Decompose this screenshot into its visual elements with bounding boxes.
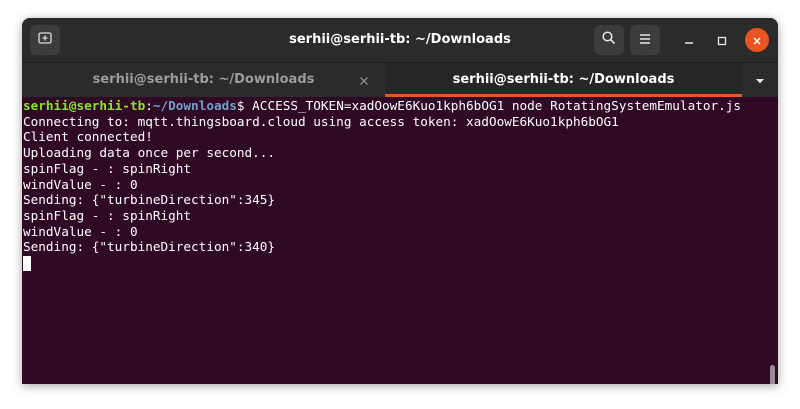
window-title: serhii@serhii-tb: ~/Downloads bbox=[289, 32, 511, 47]
output-line: Uploading data once per second... bbox=[23, 145, 276, 161]
text-cursor bbox=[23, 256, 31, 272]
output-line: windValue - : 0 bbox=[23, 223, 138, 239]
minimize-button[interactable] bbox=[677, 28, 701, 52]
prompt-path: ~/Downloads bbox=[152, 98, 237, 113]
minimize-icon bbox=[684, 31, 694, 50]
terminal-output[interactable]: serhii@serhii-tb:~/Downloads$ ACCESS_TOK… bbox=[22, 97, 778, 384]
output-line: Sending: {"turbineDirection":340} bbox=[23, 239, 276, 255]
terminal-window: serhii@serhii-tb: ~/Downloads serhii@ser… bbox=[22, 18, 778, 384]
output-line: spinFlag - : spinRight bbox=[23, 160, 192, 176]
prompt-symbol: $ bbox=[236, 98, 245, 113]
maximize-button[interactable] bbox=[710, 28, 734, 52]
output-line: Sending: {"turbineDirection":345} bbox=[23, 192, 276, 208]
close-button[interactable] bbox=[745, 28, 769, 52]
cursor-line bbox=[23, 255, 741, 272]
chevron-down-icon bbox=[752, 73, 768, 92]
tab-list-button[interactable] bbox=[752, 73, 768, 87]
prompt-separator: : bbox=[145, 98, 153, 113]
search-button[interactable] bbox=[594, 25, 624, 55]
tab-2[interactable]: serhii@serhii-tb: ~/Downloads bbox=[385, 63, 742, 97]
output-line: Connecting to: mqtt.thingsboard.cloud us… bbox=[23, 113, 619, 129]
terminal-text: serhii@serhii-tb:~/Downloads$ ACCESS_TOK… bbox=[23, 98, 741, 272]
close-icon bbox=[752, 31, 762, 50]
command-text: ACCESS_TOKEN=xadOowE6Kuo1kph6bOG1 node R… bbox=[244, 98, 742, 113]
output-line: Client connected! bbox=[23, 129, 153, 145]
title-bar[interactable]: serhii@serhii-tb: ~/Downloads bbox=[22, 18, 778, 62]
tab-label: serhii@serhii-tb: ~/Downloads bbox=[452, 72, 675, 87]
maximize-icon bbox=[717, 31, 727, 50]
hamburger-menu-icon bbox=[638, 31, 652, 50]
tab-close-icon[interactable] bbox=[359, 75, 369, 85]
output-line: windValue - : 0 bbox=[23, 176, 138, 192]
prompt-user-host: serhii@serhii-tb bbox=[23, 98, 146, 113]
prompt-line: serhii@serhii-tb:~/Downloads$ ACCESS_TOK… bbox=[23, 98, 741, 114]
scrollbar-thumb[interactable] bbox=[770, 365, 775, 384]
tab-bar: serhii@serhii-tb: ~/Downloads serhii@ser… bbox=[22, 62, 778, 97]
menu-button[interactable] bbox=[630, 25, 660, 55]
tab-1[interactable]: serhii@serhii-tb: ~/Downloads bbox=[22, 63, 385, 97]
tab-label: serhii@serhii-tb: ~/Downloads bbox=[92, 72, 315, 87]
search-icon bbox=[601, 30, 617, 50]
output-line: spinFlag - : spinRight bbox=[23, 207, 192, 223]
